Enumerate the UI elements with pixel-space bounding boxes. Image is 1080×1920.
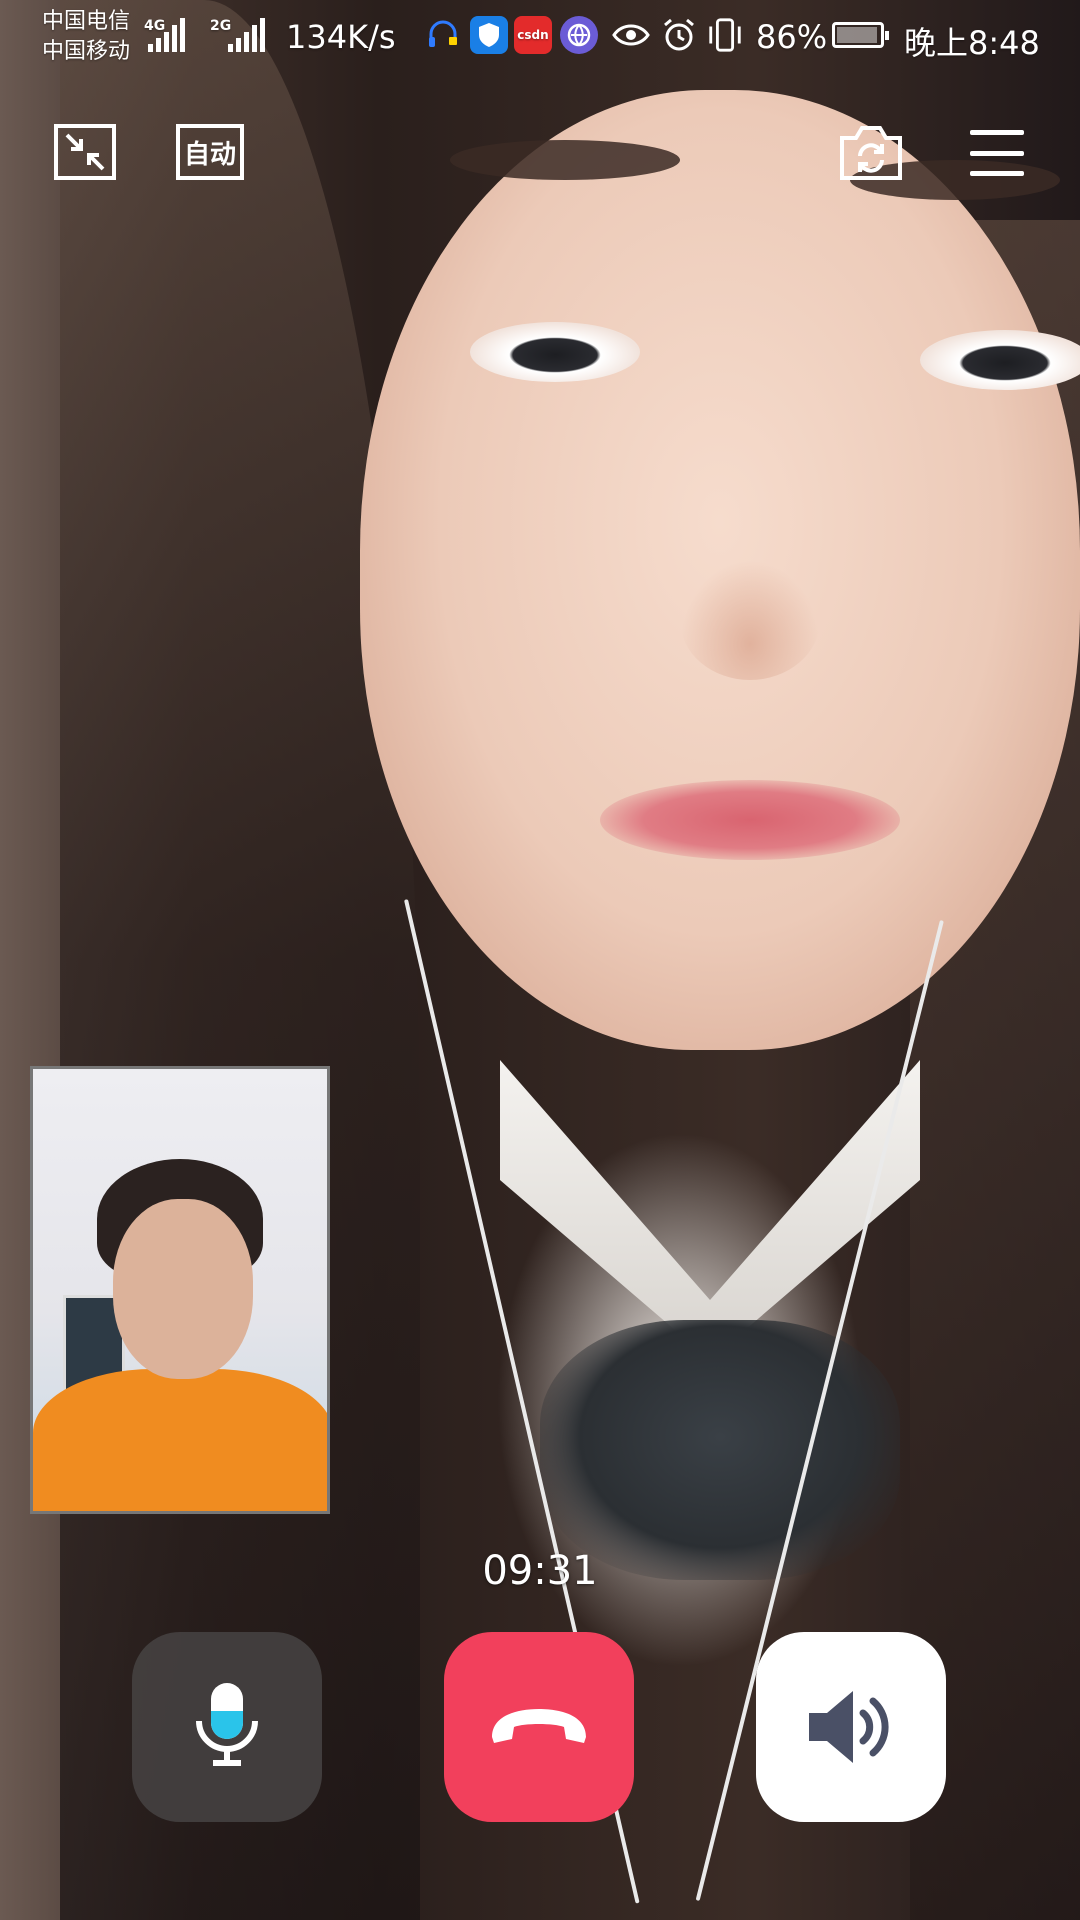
menu-icon: [970, 130, 1024, 135]
speaker-icon: [809, 1691, 889, 1763]
headset-icon: [424, 16, 462, 54]
signal-strength-icon: [148, 18, 185, 52]
status-bar: 中国电信 中国移动 4G 2G 134K/s csdn 86% 晚上8:48: [0, 0, 1080, 76]
battery-percent: 86%: [756, 18, 828, 56]
status-clock: 晚上8:48: [904, 24, 1040, 62]
local-video-preview[interactable]: [30, 1066, 330, 1514]
battery-icon: [832, 22, 889, 48]
carrier-name: 中国移动: [42, 39, 131, 64]
remote-video-eye: [920, 330, 1080, 390]
auto-mode-button[interactable]: 自动: [176, 124, 244, 180]
network-speed: 134K/s: [286, 18, 396, 56]
remote-video-brow: [450, 140, 680, 180]
shield-icon: [470, 16, 508, 54]
minimize-call-button[interactable]: [54, 124, 116, 180]
switch-camera-button[interactable]: [838, 122, 904, 182]
remote-video-nose: [680, 560, 820, 680]
menu-icon: [970, 150, 1024, 156]
alarm-icon: [660, 16, 698, 54]
remote-video-eye: [470, 322, 640, 382]
carrier-name: 中国电信: [42, 9, 131, 34]
signal-strength-icon: [228, 18, 265, 52]
eye-comfort-icon: [612, 16, 650, 54]
browser-icon: [560, 16, 598, 54]
local-preview-face: [113, 1199, 253, 1379]
hang-up-button[interactable]: [444, 1632, 634, 1822]
speaker-button[interactable]: [756, 1632, 946, 1822]
hang-up-icon: [492, 1709, 586, 1743]
remote-video-collar: [500, 1060, 920, 1360]
menu-icon: [970, 171, 1024, 176]
call-timer: 09:31: [482, 1548, 598, 1594]
menu-button[interactable]: [970, 130, 1024, 176]
remote-video-lips: [600, 780, 900, 860]
microphone-icon: [196, 1683, 258, 1766]
camera-switch-icon: [840, 126, 902, 180]
vibrate-icon: [706, 16, 744, 54]
battery-level: [837, 27, 877, 43]
remote-video-bow: [540, 1320, 900, 1580]
local-preview-body: [33, 1369, 327, 1511]
minimize-icon: [65, 133, 105, 171]
csdn-icon: csdn: [514, 16, 552, 54]
mute-microphone-button[interactable]: [132, 1632, 322, 1822]
